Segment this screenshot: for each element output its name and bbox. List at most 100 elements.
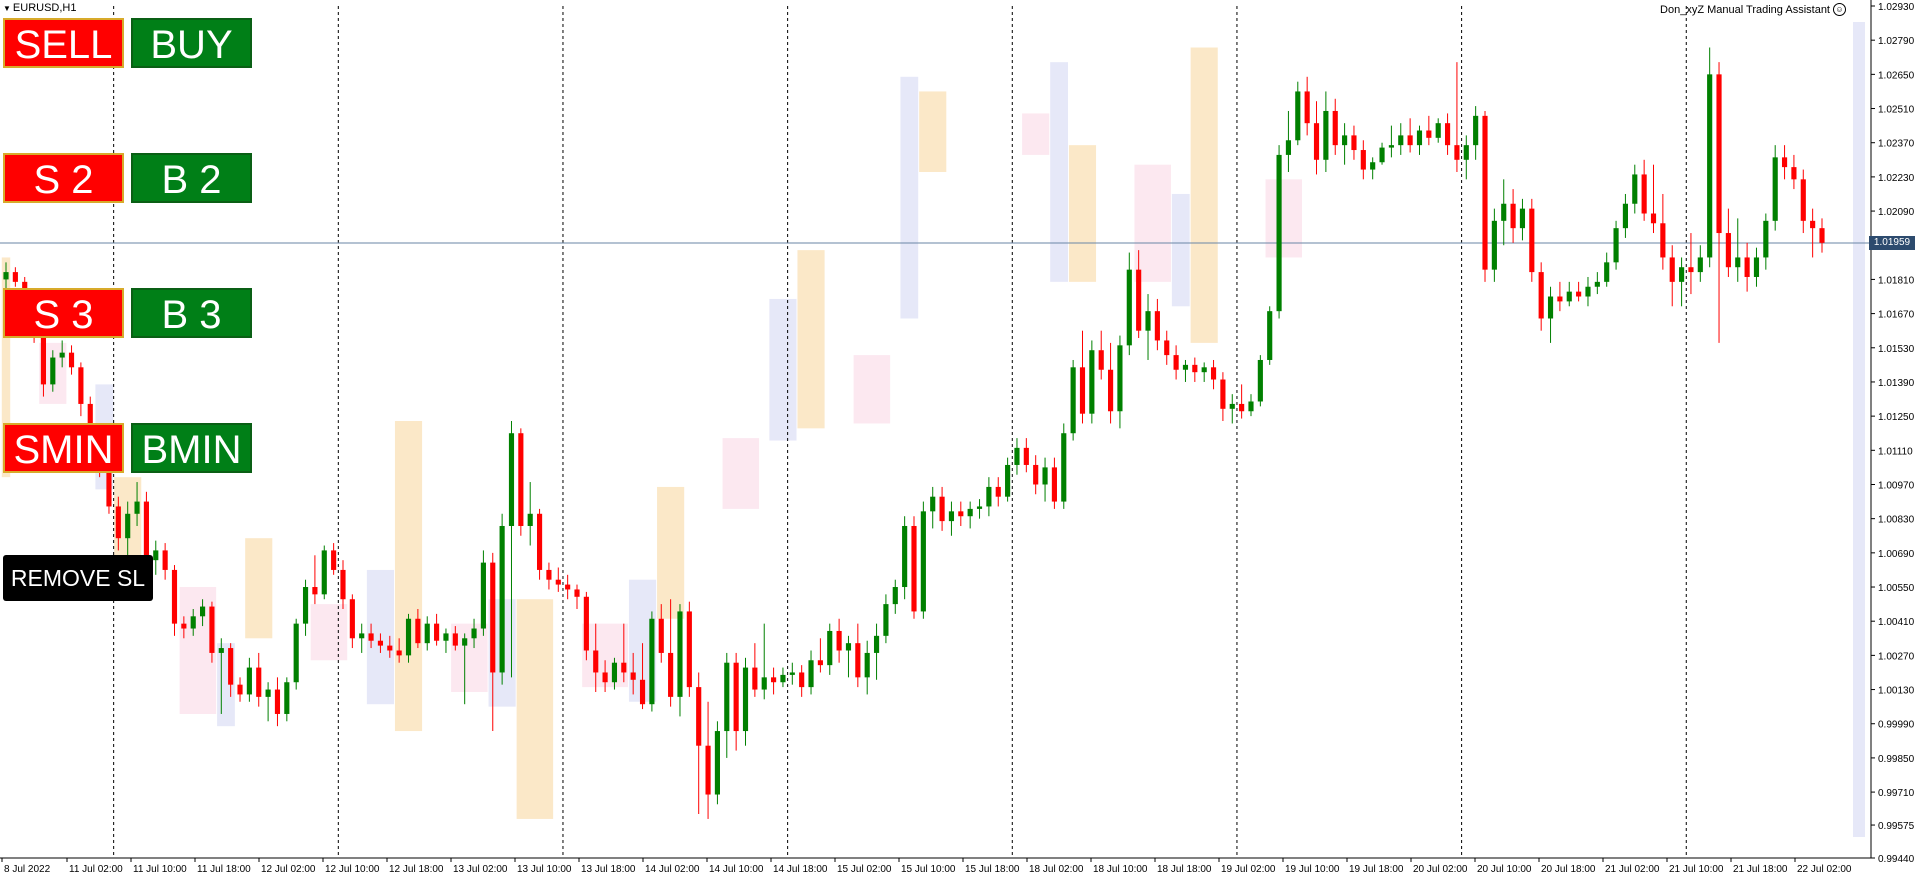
price-chart[interactable]: 1.02930 1.02790 1.02650 1.02510 1.02370 1.022…: [0, 0, 1916, 880]
time-tick-label: 19 Jul 02:00: [1221, 864, 1276, 875]
sell-3-button[interactable]: S 3: [3, 288, 124, 338]
candle: [1791, 154, 1797, 190]
candle-body: [1042, 467, 1048, 485]
candle: [405, 613, 412, 663]
candle: [1388, 125, 1394, 158]
price-tick-label: 1.00130: [1878, 686, 1915, 697]
highlight-zone: [516, 599, 554, 819]
candle: [284, 677, 290, 722]
candle-body: [621, 662, 627, 673]
candle: [761, 623, 767, 700]
candle-body: [1566, 291, 1572, 302]
candle: [480, 550, 486, 636]
candle-body: [78, 367, 84, 404]
candle-body: [1781, 157, 1788, 168]
candle-body: [1416, 130, 1423, 146]
candle: [162, 543, 168, 580]
highlight-zone: [1134, 164, 1171, 282]
candle-body: [218, 648, 224, 653]
time-tick-label: 15 Jul 02:00: [837, 864, 892, 875]
candle-body: [452, 633, 458, 646]
remove-sl-button[interactable]: REMOVE SL: [3, 555, 153, 601]
candle: [274, 677, 281, 727]
candle: [1023, 438, 1029, 473]
candle: [1688, 233, 1694, 295]
candle-body: [1744, 257, 1750, 277]
buy-3-button[interactable]: B 3: [131, 288, 252, 338]
candle-body: [1379, 147, 1385, 163]
candle: [555, 567, 561, 592]
candle-body: [443, 633, 449, 641]
candle: [1669, 245, 1675, 307]
candle: [1267, 306, 1273, 365]
buy-button[interactable]: BUY: [131, 18, 252, 68]
candle-body: [668, 652, 674, 697]
candle-body: [1079, 367, 1086, 414]
candle-body: [1641, 174, 1647, 214]
candle-body: [293, 623, 299, 683]
candle: [892, 579, 898, 614]
candle: [1426, 115, 1432, 146]
candle: [1604, 252, 1610, 287]
candle-body: [808, 660, 814, 688]
candle-body: [1117, 345, 1123, 412]
candle: [677, 604, 683, 717]
candle-body: [686, 611, 692, 688]
sell-min-button[interactable]: SMIN: [3, 423, 124, 473]
price-tick-label: 1.02090: [1878, 207, 1915, 218]
candle-body: [462, 638, 468, 646]
candle-body: [536, 513, 543, 570]
candle-body: [1688, 267, 1694, 273]
candle: [1613, 220, 1619, 270]
candle-body: [1229, 403, 1235, 409]
candle: [1210, 359, 1217, 390]
candle-body: [1210, 367, 1217, 380]
candle: [574, 584, 580, 609]
candle-body: [1351, 135, 1357, 151]
candle-body: [377, 640, 384, 646]
buy-2-button[interactable]: B 2: [131, 153, 252, 203]
candle-body: [40, 335, 47, 385]
candle-body: [1051, 467, 1057, 502]
candle: [986, 477, 992, 517]
candle-body: [742, 667, 749, 732]
time-tick-label: 21 Jul 18:00: [1733, 864, 1788, 875]
highlight-zone: [1068, 145, 1097, 282]
candle-body: [3, 272, 9, 280]
time-tick-label: 18 Jul 18:00: [1157, 864, 1212, 875]
candle: [527, 482, 533, 546]
candle: [1323, 91, 1329, 173]
candle-body: [939, 496, 945, 522]
candle-body: [1295, 91, 1301, 141]
candle-body: [331, 550, 337, 570]
candle-body: [1342, 135, 1348, 146]
time-tick-label: 21 Jul 10:00: [1669, 864, 1724, 875]
sell-2-button[interactable]: S 2: [3, 153, 124, 203]
candle: [1800, 169, 1806, 234]
candle-body: [518, 433, 524, 526]
sell-button[interactable]: SELL: [3, 18, 124, 68]
trading-chart-window[interactable]: 1.02930 1.02790 1.02650 1.02510 1.02370 1.022…: [0, 0, 1916, 880]
candle-body: [434, 623, 440, 641]
candle-body: [1819, 228, 1825, 243]
buy-min-button[interactable]: BMIN: [131, 423, 252, 473]
candle-body: [1398, 135, 1404, 146]
candle: [733, 652, 739, 751]
candle: [1051, 457, 1057, 509]
candle-body: [817, 660, 823, 666]
candle-body: [1136, 269, 1142, 331]
candle: [799, 665, 805, 697]
candle-body: [948, 511, 955, 522]
candle-body: [349, 599, 355, 639]
candle: [1810, 208, 1816, 258]
candle-body: [471, 628, 477, 639]
candle: [518, 428, 524, 536]
candle: [714, 721, 720, 805]
candle: [1491, 208, 1497, 282]
candle: [1370, 157, 1376, 180]
candle-body: [630, 672, 636, 680]
candle-body: [359, 633, 365, 639]
candle-body: [490, 562, 496, 673]
candle-body: [1585, 286, 1591, 297]
candle-body: [527, 513, 533, 526]
